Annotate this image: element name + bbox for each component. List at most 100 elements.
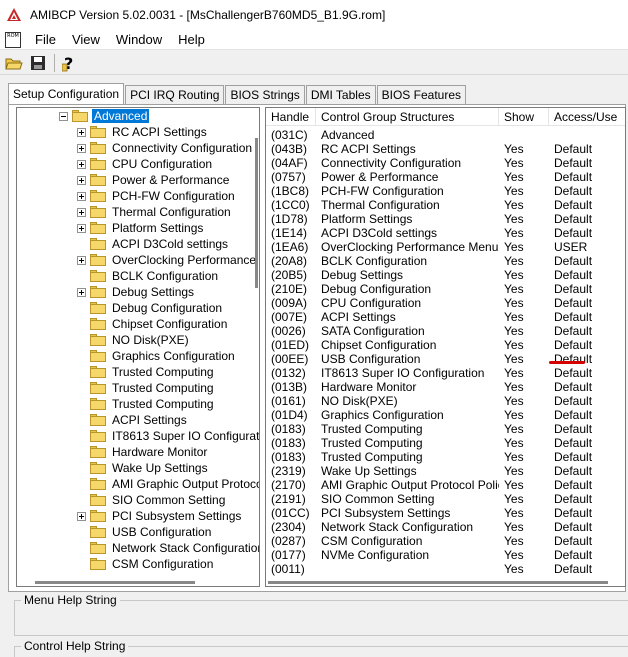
table-row[interactable]: (2304) Network Stack Configuration Yes Defa… — [266, 520, 625, 534]
tree-item[interactable]: ACPI D3Cold settings — [77, 236, 230, 252]
tree-item[interactable]: Wake Up Settings — [77, 460, 210, 476]
tab-dmi-tables[interactable]: DMI Tables — [305, 85, 376, 104]
table-row[interactable]: (2319) Wake Up Settings Yes Default — [266, 464, 625, 478]
table-row[interactable]: (0287) CSM Configuration Yes Default — [266, 534, 625, 548]
expand-icon[interactable] — [77, 207, 86, 217]
table-row[interactable]: (1EA6) OverClocking Performance Menu Yes US… — [266, 240, 625, 254]
cell-handle: (0757) — [271, 170, 306, 184]
tree-item[interactable]: Debug Configuration — [77, 300, 224, 316]
tree-item[interactable]: Debug Settings — [77, 284, 196, 300]
header-handle[interactable]: Handle — [266, 108, 316, 126]
tree-item[interactable]: SIO Common Setting — [77, 492, 227, 508]
setup-tree[interactable]: Advanced RC ACPI Settings Connectivity Con… — [16, 107, 260, 587]
expand-icon[interactable] — [77, 159, 86, 169]
table-row[interactable]: (1E14) ACPI D3Cold settings Yes Default — [266, 226, 625, 240]
tree-item[interactable]: Power & Performance — [77, 172, 231, 188]
table-row[interactable]: (0757) Power & Performance Yes Default — [266, 170, 625, 184]
menu-window[interactable]: Window — [108, 32, 170, 47]
tree-item[interactable]: Connectivity Configuration — [77, 140, 254, 156]
header-access-use[interactable]: Access/Use — [549, 108, 625, 126]
tree-item[interactable]: Trusted Computing — [77, 396, 216, 412]
table-row[interactable]: (2170) AMI Graphic Output Protocol Policy… — [266, 478, 625, 492]
expand-icon[interactable] — [77, 255, 86, 265]
tree-item[interactable]: Hardware Monitor — [77, 444, 209, 460]
expand-icon[interactable] — [77, 175, 86, 185]
table-row[interactable]: (013B) Hardware Monitor Yes Default — [266, 380, 625, 394]
table-row[interactable]: (043B) RC ACPI Settings Yes Default — [266, 142, 625, 156]
tree-item[interactable]: BCLK Configuration — [77, 268, 220, 284]
tree-item[interactable]: CSM Configuration — [77, 556, 215, 572]
table-row[interactable]: (0183) Trusted Computing Yes Default — [266, 422, 625, 436]
table-row[interactable]: (01ED) Chipset Configuration Yes Default — [266, 338, 625, 352]
tree-item[interactable]: USB Configuration — [77, 524, 213, 540]
menu-file[interactable]: File — [27, 32, 64, 47]
tab-bios-strings[interactable]: BIOS Strings — [225, 85, 305, 104]
tab-setup-configuration[interactable]: Setup Configuration — [8, 83, 125, 104]
help-icon[interactable]: ? — [59, 53, 79, 73]
table-row[interactable]: (031C) Advanced — [266, 128, 625, 142]
tree-item[interactable]: IT8613 Super IO Configuration — [77, 428, 259, 444]
tree-item[interactable]: PCH-FW Configuration — [77, 188, 237, 204]
tree-item[interactable]: Platform Settings — [77, 220, 205, 236]
tab-pci-irq-routing[interactable]: PCI IRQ Routing — [125, 85, 225, 104]
table-row[interactable]: (0011) Yes Default — [266, 562, 625, 576]
table-row[interactable]: (20A8) BCLK Configuration Yes Default — [266, 254, 625, 268]
table-row[interactable]: (2191) SIO Common Setting Yes Default — [266, 492, 625, 506]
tree-item[interactable]: Advanced — [59, 108, 150, 124]
table-row[interactable]: (04AF) Connectivity Configuration Yes Defau… — [266, 156, 625, 170]
tree-item[interactable]: ACPI Settings — [77, 412, 189, 428]
table-row[interactable]: (0183) Trusted Computing Yes Default — [266, 436, 625, 450]
tree-item[interactable]: Trusted Computing — [77, 364, 216, 380]
table-row[interactable]: (007E) ACPI Settings Yes Default — [266, 310, 625, 324]
table-row[interactable]: (0132) IT8613 Super IO Configuration Yes De… — [266, 366, 625, 380]
tree-item[interactable]: NO Disk(PXE) — [77, 332, 191, 348]
header-control-group-structures[interactable]: Control Group Structures — [316, 108, 499, 126]
rom-icon[interactable]: ROM — [5, 31, 21, 48]
table-row[interactable]: (0026) SATA Configuration Yes Default — [266, 324, 625, 338]
table-row[interactable]: (1BC8) PCH-FW Configuration Yes Default — [266, 184, 625, 198]
table-row[interactable]: (1D78) Platform Settings Yes Default — [266, 212, 625, 226]
folder-icon — [90, 190, 106, 202]
save-icon[interactable] — [28, 53, 48, 73]
tree-item-label: ACPI Settings — [112, 413, 187, 427]
menu-help[interactable]: Help — [170, 32, 213, 47]
table-row[interactable]: (1CC0) Thermal Configuration Yes Default — [266, 198, 625, 212]
table-row[interactable]: (0177) NVMe Configuration Yes Default — [266, 548, 625, 562]
open-folder-icon[interactable] — [4, 53, 24, 73]
expand-icon[interactable] — [77, 127, 86, 137]
cell-structure: ACPI Settings — [321, 310, 396, 324]
menu-view[interactable]: View — [64, 32, 108, 47]
tree-item[interactable]: OverClocking Performance Menu — [77, 252, 259, 268]
tree-item[interactable]: RC ACPI Settings — [77, 124, 209, 140]
table-row[interactable]: (01D4) Graphics Configuration Yes Default — [266, 408, 625, 422]
expand-icon[interactable] — [77, 223, 86, 233]
cell-access: Default — [554, 492, 593, 506]
expand-icon[interactable] — [77, 287, 86, 297]
tree-vertical-scrollbar[interactable] — [253, 108, 259, 578]
expand-icon[interactable] — [77, 143, 86, 153]
table-row[interactable]: (210E) Debug Configuration Yes Default — [266, 282, 625, 296]
collapse-icon[interactable] — [59, 111, 68, 121]
tree-item[interactable]: Thermal Configuration — [77, 204, 233, 220]
expand-icon[interactable] — [77, 191, 86, 201]
header-show[interactable]: Show — [499, 108, 549, 126]
tree-item[interactable]: Trusted Computing — [77, 380, 216, 396]
table-row[interactable]: (01CC) PCI Subsystem Settings Yes Default — [266, 506, 625, 520]
tree-horizontal-scrollbar[interactable] — [17, 578, 253, 586]
expand-icon[interactable] — [77, 511, 86, 521]
tree-item[interactable]: PCI Subsystem Settings — [77, 508, 243, 524]
table-row[interactable]: (0183) Trusted Computing Yes Default — [266, 450, 625, 464]
tab-bios-features[interactable]: BIOS Features — [376, 85, 466, 104]
table-row[interactable]: (0161) NO Disk(PXE) Yes Default — [266, 394, 625, 408]
table-horizontal-scrollbar[interactable] — [268, 578, 624, 586]
cell-show: Yes — [504, 254, 524, 268]
cell-access: Default — [554, 366, 593, 380]
tree-item[interactable]: Chipset Configuration — [77, 316, 229, 332]
tree-item[interactable]: CPU Configuration — [77, 156, 214, 172]
table-row[interactable]: (20B5) Debug Settings Yes Default — [266, 268, 625, 282]
tree-item[interactable]: Network Stack Configuration — [77, 540, 259, 556]
tree-item[interactable]: AMI Graphic Output Protocol Policy — [77, 476, 259, 492]
table-row[interactable]: (009A) CPU Configuration Yes Default — [266, 296, 625, 310]
tree-item[interactable]: Graphics Configuration — [77, 348, 237, 364]
cell-show: Yes — [504, 184, 524, 198]
